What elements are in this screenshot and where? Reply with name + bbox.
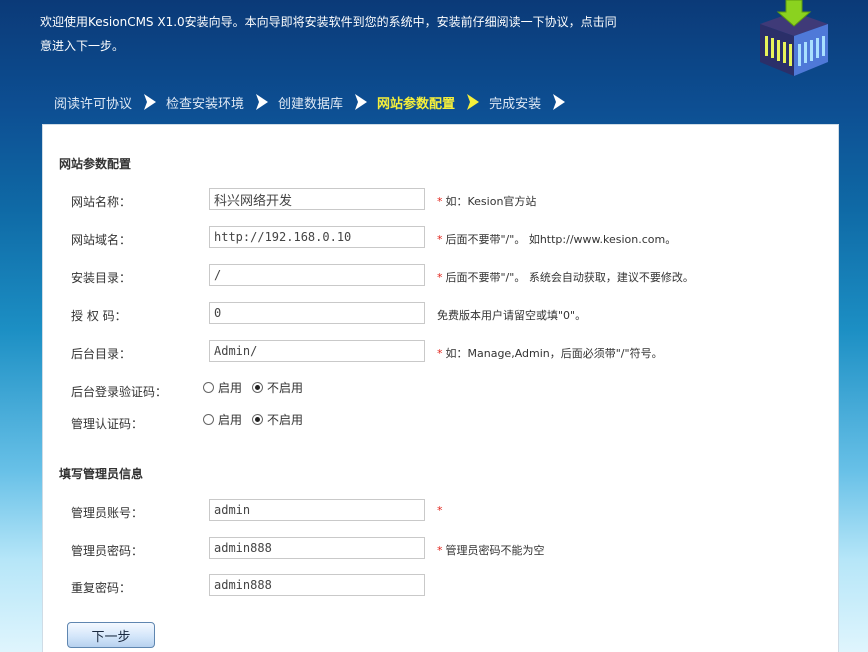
step-create-db: 创建数据库 [276, 93, 375, 112]
step-label: 阅读许可协议 [54, 96, 133, 112]
row-site-domain: 网站域名： *后面不要带"/"。 如http://www.kesion.com。 [43, 225, 840, 253]
login-captcha-enable-radio[interactable]: 启用 [203, 379, 242, 396]
admin-auth-code-radio-group: 启用 不启用 [203, 411, 313, 428]
step-label: 检查安装环境 [166, 96, 245, 112]
repeat-password-label: 重复密码： [71, 581, 132, 595]
intro-line-1: 欢迎使用KesionCMS X1.0安装向导。本向导即将安装软件到您的系统中，安… [40, 15, 617, 29]
row-install-dir: 安装目录： *后面不要带"/"。 系统会自动获取，建议不要修改。 [43, 263, 840, 291]
row-repeat-password: 重复密码： [43, 573, 840, 601]
required-star: * [437, 233, 443, 246]
auth-code-hint: 免费版本用户请留空或填"0"。 [437, 309, 587, 322]
admin-auth-code-disable-radio[interactable]: 不启用 [252, 411, 303, 428]
install-dir-input[interactable] [209, 264, 425, 286]
hint-text: 如：Manage,Admin，后面必须带"/"符号。 [445, 347, 663, 360]
site-domain-label: 网站域名： [71, 233, 132, 247]
radio-unchecked-icon[interactable] [203, 382, 214, 393]
admin-account-hint: * [437, 504, 446, 517]
row-login-captcha: 后台登录验证码： 启用 不启用 [43, 377, 840, 405]
hint-text: 后面不要带"/"。 如http://www.kesion.com。 [445, 233, 677, 246]
site-name-label: 网站名称： [71, 195, 132, 209]
site-name-hint: * 如：Kesion官方站 [437, 193, 536, 209]
chevron-right-icon [467, 94, 480, 110]
chevron-right-icon [256, 94, 269, 110]
admin-password-hint: * 管理员密码不能为空 [437, 542, 545, 558]
section-title-admin-info: 填写管理员信息 [59, 467, 144, 481]
admin-password-input[interactable] [209, 537, 425, 559]
chevron-right-icon [553, 94, 566, 110]
auth-code-input[interactable] [209, 302, 425, 324]
step-label: 完成安装 [489, 96, 542, 112]
login-captcha-label: 后台登录验证码： [71, 385, 168, 399]
step-label: 创建数据库 [278, 96, 344, 112]
auth-code-label: 授 权 码： [71, 309, 127, 323]
radio-label: 启用 [218, 413, 243, 427]
required-star: * [437, 195, 443, 208]
row-admin-account: 管理员账号： * [43, 498, 840, 526]
admin-account-label: 管理员账号： [71, 506, 144, 520]
radio-checked-icon[interactable] [252, 382, 264, 393]
install-dir-hint: * 后面不要带"/"。 系统会自动获取，建议不要修改。 [437, 269, 694, 285]
admin-dir-hint: * 如：Manage,Admin，后面必须带"/"符号。 [437, 345, 663, 361]
header: 欢迎使用KesionCMS X1.0安装向导。本向导即将安装软件到您的系统中，安… [0, 0, 868, 124]
row-admin-auth-code: 管理认证码： 启用 不启用 [43, 409, 840, 437]
step-finish: 完成安装 [487, 93, 573, 112]
required-star: * [437, 544, 443, 557]
row-admin-dir: 后台目录： *如：Manage,Admin，后面必须带"/"符号。 [43, 339, 840, 367]
site-domain-input[interactable] [209, 226, 425, 248]
radio-label: 启用 [218, 381, 243, 395]
admin-auth-code-enable-radio[interactable]: 启用 [203, 411, 242, 428]
site-name-input[interactable] [209, 188, 425, 210]
hint-text: 后面不要带"/"。 系统会自动获取，建议不要修改。 [445, 271, 694, 284]
config-panel: 网站参数配置 网站名称： *如：Kesion官方站 网站域名： *后面不要带"/… [42, 124, 839, 652]
install-box-icon [752, 0, 836, 78]
radio-unchecked-icon[interactable] [203, 414, 214, 425]
section-title-site-config: 网站参数配置 [59, 157, 132, 171]
row-admin-password: 管理员密码： *管理员密码不能为空 [43, 536, 840, 564]
required-star: * [437, 347, 443, 360]
login-captcha-radio-group: 启用 不启用 [203, 379, 313, 396]
hint-text: 管理员密码不能为空 [445, 544, 545, 557]
step-read-license: 阅读许可协议 [52, 93, 164, 112]
hint-text: 如：Kesion官方站 [445, 195, 537, 208]
admin-account-input[interactable] [209, 499, 425, 521]
radio-label: 不启用 [267, 381, 304, 395]
step-check-env: 检查安装环境 [164, 93, 276, 112]
admin-auth-code-label: 管理认证码： [71, 417, 144, 431]
required-star: * [437, 271, 443, 284]
chevron-right-icon [144, 94, 157, 110]
site-domain-hint: * 后面不要带"/"。 如http://www.kesion.com。 [437, 231, 676, 247]
install-dir-label: 安装目录： [71, 271, 132, 285]
intro-line-2: 意进入下一步。 [40, 39, 125, 53]
row-auth-code: 授 权 码： 免费版本用户请留空或填"0"。 [43, 301, 840, 329]
admin-dir-label: 后台目录： [71, 347, 132, 361]
radio-label: 不启用 [267, 413, 304, 427]
intro-text: 欢迎使用KesionCMS X1.0安装向导。本向导即将安装软件到您的系统中，安… [40, 10, 680, 58]
chevron-right-icon [355, 94, 368, 110]
repeat-password-input[interactable] [209, 574, 425, 596]
step-site-config: 网站参数配置 [375, 93, 487, 112]
required-star: * [437, 504, 443, 517]
row-site-name: 网站名称： *如：Kesion官方站 [43, 187, 840, 215]
install-steps: 阅读许可协议 检查安装环境 创建数据库 网站参数配置 完成安装 [52, 90, 573, 114]
radio-checked-icon[interactable] [252, 414, 264, 425]
admin-dir-input[interactable] [209, 340, 425, 362]
step-label: 网站参数配置 [377, 96, 456, 112]
next-step-button[interactable]: 下一步 [67, 622, 155, 648]
admin-password-label: 管理员密码： [71, 544, 144, 558]
login-captcha-disable-radio[interactable]: 不启用 [252, 379, 303, 396]
